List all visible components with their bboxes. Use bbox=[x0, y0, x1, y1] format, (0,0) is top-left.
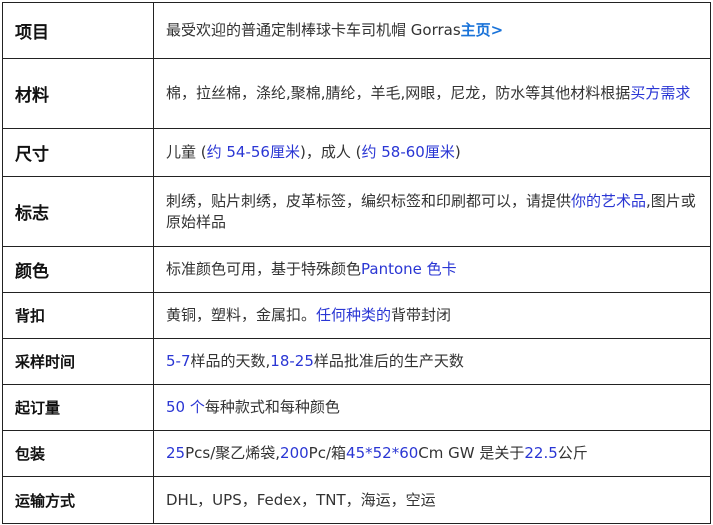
value-text: DHL，UPS，Fedex，TNT，海运，空运 bbox=[166, 490, 436, 509]
spec-row-value: 最受欢迎的普通定制棒球卡车司机帽 Gorras主页> bbox=[153, 2, 711, 59]
spec-row-label: 材料 bbox=[2, 58, 154, 129]
value-link[interactable]: 5-7 bbox=[166, 352, 191, 370]
spec-row-value: 儿童 (约 54-56厘米)，成人 (约 58-60厘米) bbox=[153, 128, 711, 177]
spec-row-label: 标志 bbox=[2, 176, 154, 247]
spec-row-label: 包装 bbox=[2, 430, 154, 477]
spec-row-label: 背扣 bbox=[2, 292, 154, 339]
spec-table-body: 项目 最受欢迎的普通定制棒球卡车司机帽 Gorras主页> 材料 棉，拉丝棉，涤纶,聚… bbox=[2, 2, 711, 524]
value-text: Cm GW 是关于 bbox=[418, 444, 525, 462]
spec-row-label: 尺寸 bbox=[2, 128, 154, 177]
spec-row-value: 标准颜色可用，基于特殊颜色Pantone 色卡 bbox=[153, 246, 711, 293]
spec-row: 尺寸 儿童 (约 54-56厘米)，成人 (约 58-60厘米) bbox=[2, 128, 711, 177]
spec-row-label: 颜色 bbox=[2, 246, 154, 293]
value-text: 样品批准后的生产天数 bbox=[313, 352, 464, 370]
spec-row-value: 黄铜，塑料，金属扣。任何种类的背带封闭 bbox=[153, 292, 711, 339]
spec-row-label: 运输方式 bbox=[2, 476, 154, 524]
spec-row: 运输方式 DHL，UPS，Fedex，TNT，海运，空运 bbox=[2, 476, 711, 524]
value-text: 最受欢迎的普通定制棒球卡车司机帽 Gorras bbox=[166, 21, 461, 39]
home-link[interactable]: 主页> bbox=[461, 21, 504, 39]
value-link[interactable]: 22.5 bbox=[524, 444, 557, 462]
spec-row: 标志 刺绣，贴片刺绣，皮革标签，编织标签和印刷都可以，请提供你的艺术品,图片或原始… bbox=[2, 176, 711, 247]
value-link[interactable]: 你的艺术品 bbox=[571, 192, 646, 210]
spec-row-value: 25Pcs/聚乙烯袋,200Pc/箱45*52*60Cm GW 是关于22.5公… bbox=[153, 430, 711, 477]
spec-row-value: 5-7样品的天数,18-25样品批准后的生产天数 bbox=[153, 338, 711, 385]
value-link[interactable]: Pantone 色卡 bbox=[361, 260, 457, 278]
spec-row: 项目 最受欢迎的普通定制棒球卡车司机帽 Gorras主页> bbox=[2, 2, 711, 59]
value-link[interactable]: 买方需求 bbox=[630, 84, 690, 102]
value-link[interactable]: 约 54-56厘米 bbox=[207, 143, 300, 161]
value-text: 背带封闭 bbox=[391, 306, 452, 324]
value-text: 每种款式和每种颜色 bbox=[204, 398, 340, 416]
value-text: 标准颜色可用，基于特殊颜色 bbox=[166, 260, 362, 278]
value-text: 儿童 ( bbox=[166, 143, 207, 161]
value-text: 刺绣，贴片刺绣，皮革标签，编织标签和印刷都可以，请提供 bbox=[166, 191, 572, 210]
value-link[interactable]: 45*52*60 bbox=[346, 444, 418, 462]
spec-row-value: 刺绣，贴片刺绣，皮革标签，编织标签和印刷都可以，请提供你的艺术品,图片或原始样品 bbox=[153, 176, 711, 247]
value-link[interactable]: 200 bbox=[280, 444, 309, 462]
spec-row-label: 采样时间 bbox=[2, 338, 154, 385]
value-text: 样品的天数, bbox=[190, 352, 271, 370]
value-link[interactable]: 18-25 bbox=[270, 352, 314, 370]
spec-row-value: DHL，UPS，Fedex，TNT，海运，空运 bbox=[153, 476, 711, 524]
value-text: 公斤 bbox=[557, 444, 588, 462]
spec-row-label: 起订量 bbox=[2, 384, 154, 431]
spec-row-value: 50 个每种款式和每种颜色 bbox=[153, 384, 711, 431]
value-text: Pcs/聚乙烯袋, bbox=[185, 444, 281, 462]
product-spec-table: 项目 最受欢迎的普通定制棒球卡车司机帽 Gorras主页> 材料 棉，拉丝棉，涤纶,聚… bbox=[2, 2, 711, 524]
value-text: ) bbox=[454, 143, 461, 161]
spec-row: 起订量 50 个每种款式和每种颜色 bbox=[2, 384, 711, 431]
spec-row-value: 棉，拉丝棉，涤纶,聚棉,腈纶，羊毛,网眼，尼龙，防水等其他材料根据买方需求 bbox=[153, 58, 711, 129]
value-text: 黄铜，塑料，金属扣。 bbox=[166, 306, 317, 324]
spec-row: 采样时间 5-7样品的天数,18-25样品批准后的生产天数 bbox=[2, 338, 711, 385]
value-link[interactable]: 约 58-60厘米 bbox=[361, 143, 454, 161]
spec-row-label: 项目 bbox=[2, 2, 154, 59]
value-link[interactable]: 任何种类的 bbox=[316, 306, 391, 324]
value-link[interactable]: 25 bbox=[166, 444, 185, 462]
value-text: )，成人 ( bbox=[299, 143, 362, 161]
spec-row: 背扣 黄铜，塑料，金属扣。任何种类的背带封闭 bbox=[2, 292, 711, 339]
value-link[interactable]: 50 个 bbox=[166, 398, 205, 416]
value-text: Pc/箱 bbox=[308, 444, 347, 462]
spec-row: 材料 棉，拉丝棉，涤纶,聚棉,腈纶，羊毛,网眼，尼龙，防水等其他材料根据买方需求 bbox=[2, 58, 711, 129]
spec-row: 颜色 标准颜色可用，基于特殊颜色Pantone 色卡 bbox=[2, 246, 711, 293]
spec-row: 包装 25Pcs/聚乙烯袋,200Pc/箱45*52*60Cm GW 是关于22.… bbox=[2, 430, 711, 477]
value-text: 棉，拉丝棉，涤纶,聚棉,腈纶，羊毛,网眼，尼龙，防水等其他材料根据 bbox=[166, 84, 631, 102]
